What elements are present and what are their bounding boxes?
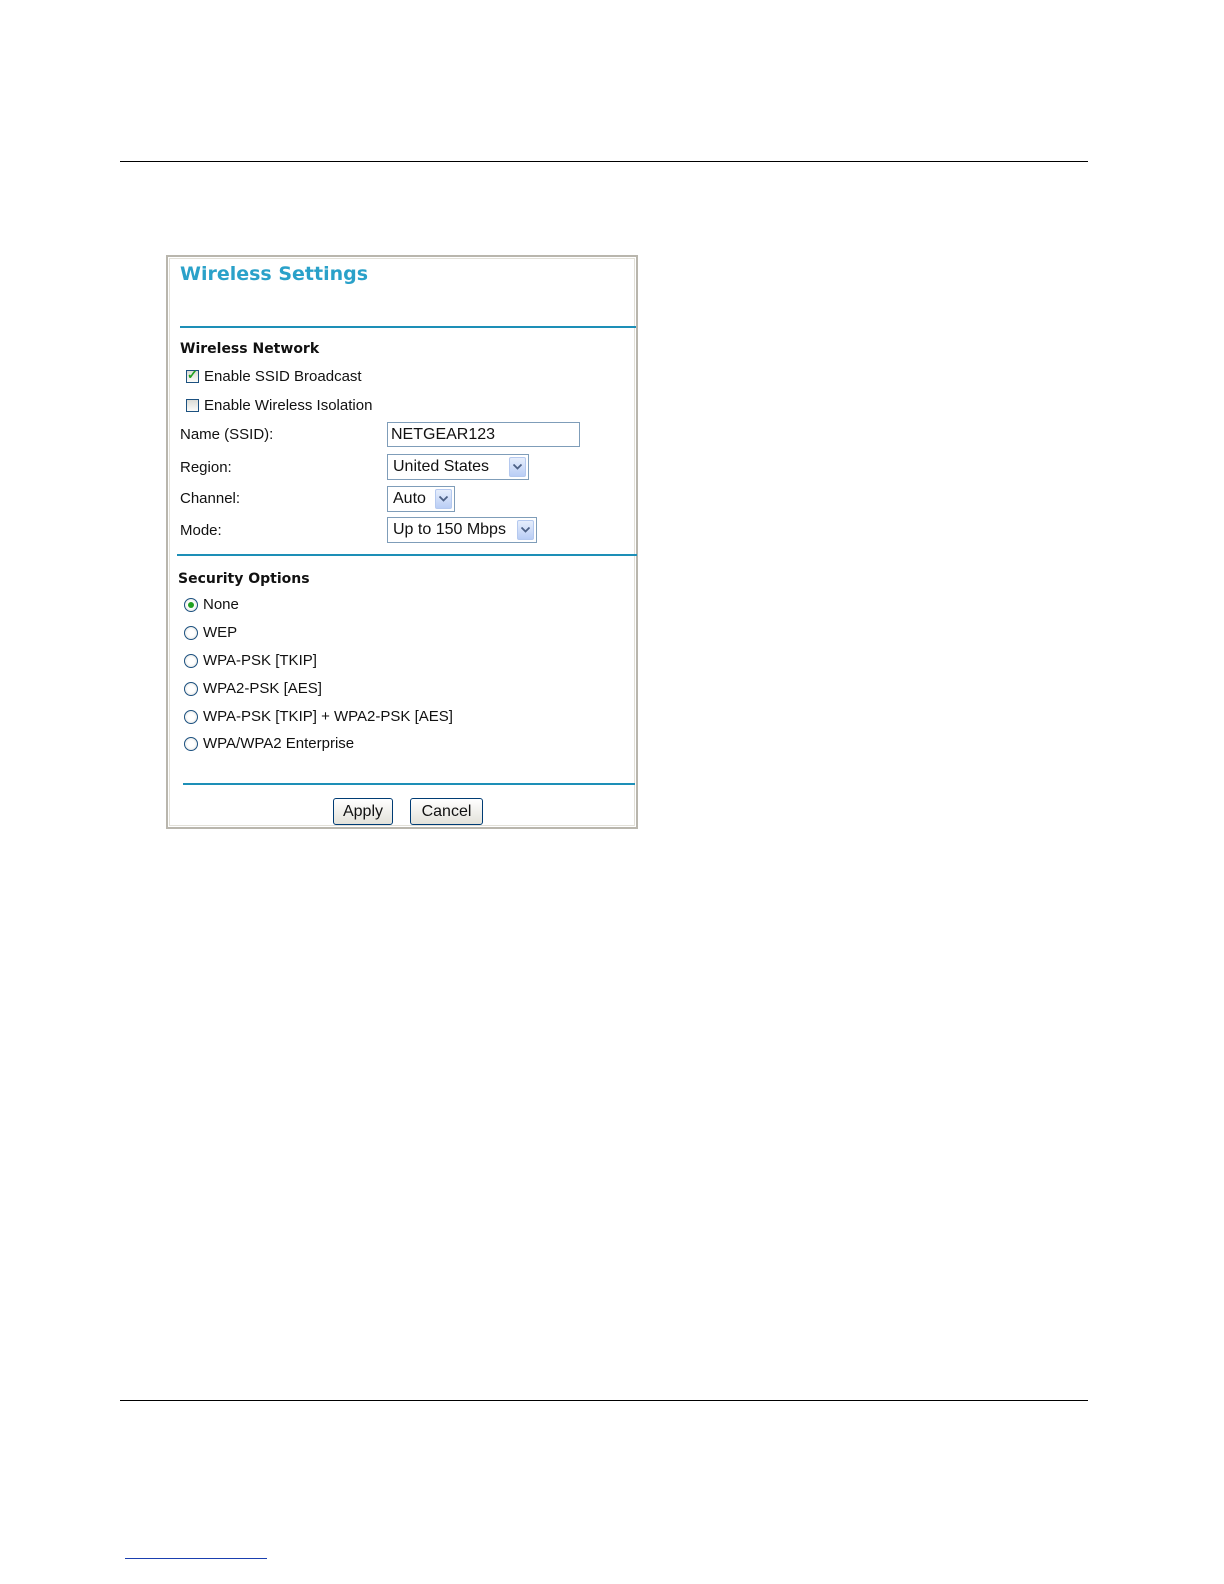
radio-wpa-psk-tkip[interactable]: [184, 653, 198, 668]
enable-ssid-broadcast-row[interactable]: ✓ Enable SSID Broadcast: [186, 367, 362, 385]
security-option-none[interactable]: None: [184, 596, 239, 613]
enable-wireless-isolation-label: Enable Wireless Isolation: [204, 397, 373, 414]
cancel-button[interactable]: Cancel: [410, 798, 483, 825]
mode-select[interactable]: Up to 150 Mbps: [387, 517, 537, 543]
channel-select[interactable]: Auto: [387, 486, 455, 512]
chevron-down-icon[interactable]: [435, 489, 452, 509]
enable-wireless-isolation-checkbox[interactable]: [186, 399, 199, 412]
enable-ssid-broadcast-label: Enable SSID Broadcast: [204, 368, 362, 385]
enable-ssid-broadcast-checkbox[interactable]: ✓: [186, 367, 199, 383]
chevron-down-icon[interactable]: [517, 520, 534, 540]
radio-wpa-wpa2-mixed[interactable]: [184, 709, 198, 724]
mode-select-value: Up to 150 Mbps: [393, 521, 506, 538]
chevron-down-icon[interactable]: [509, 457, 526, 477]
footer-link-underline: [125, 1558, 267, 1559]
security-option-label: WEP: [203, 624, 238, 641]
security-option-label: WPA2-PSK [AES]: [203, 680, 322, 697]
region-label: Region:: [180, 459, 232, 476]
radio-wpa2-psk-aes[interactable]: [184, 681, 198, 696]
region-select-value: United States: [393, 458, 490, 475]
security-option-wpa2-psk-aes[interactable]: WPA2-PSK [AES]: [184, 680, 322, 697]
security-option-wpa-psk-tkip[interactable]: WPA-PSK [TKIP]: [184, 652, 317, 669]
radio-wpa-enterprise[interactable]: [184, 736, 198, 751]
radio-selected-dot: [188, 601, 194, 608]
page-bottom-rule: [120, 1400, 1088, 1401]
wireless-network-heading: Wireless Network: [180, 341, 320, 357]
enable-wireless-isolation-row[interactable]: Enable Wireless Isolation: [186, 397, 372, 414]
security-option-label: WPA/WPA2 Enterprise: [203, 735, 355, 752]
security-option-wpa-wpa2-mixed[interactable]: WPA-PSK [TKIP] + WPA2-PSK [AES]: [184, 708, 453, 725]
channel-select-value: Auto: [393, 490, 426, 507]
page-title: Wireless Settings: [180, 263, 369, 285]
radio-wep[interactable]: [184, 625, 198, 640]
apply-button[interactable]: Apply: [333, 798, 393, 825]
checkmark-icon: ✓: [187, 367, 198, 382]
security-options-separator: [183, 783, 635, 785]
security-option-wpa-enterprise[interactable]: WPA/WPA2 Enterprise: [184, 735, 354, 752]
title-separator: [180, 326, 636, 328]
mode-label: Mode:: [180, 522, 222, 539]
security-option-label: WPA-PSK [TKIP] + WPA2-PSK [AES]: [203, 708, 453, 725]
ssid-input[interactable]: [387, 422, 580, 447]
security-options-heading: Security Options: [178, 571, 310, 587]
page-top-rule: [120, 161, 1088, 162]
security-option-wep[interactable]: WEP: [184, 624, 237, 641]
wireless-settings-panel: Wireless Settings Wireless Network ✓ Ena…: [166, 255, 638, 829]
security-option-label: WPA-PSK [TKIP]: [203, 652, 317, 669]
radio-none[interactable]: [184, 597, 198, 612]
name-ssid-label: Name (SSID):: [180, 426, 274, 443]
security-option-label: None: [203, 596, 239, 613]
region-select[interactable]: United States: [387, 454, 529, 480]
wireless-network-separator: [177, 554, 637, 556]
channel-label: Channel:: [180, 490, 241, 507]
